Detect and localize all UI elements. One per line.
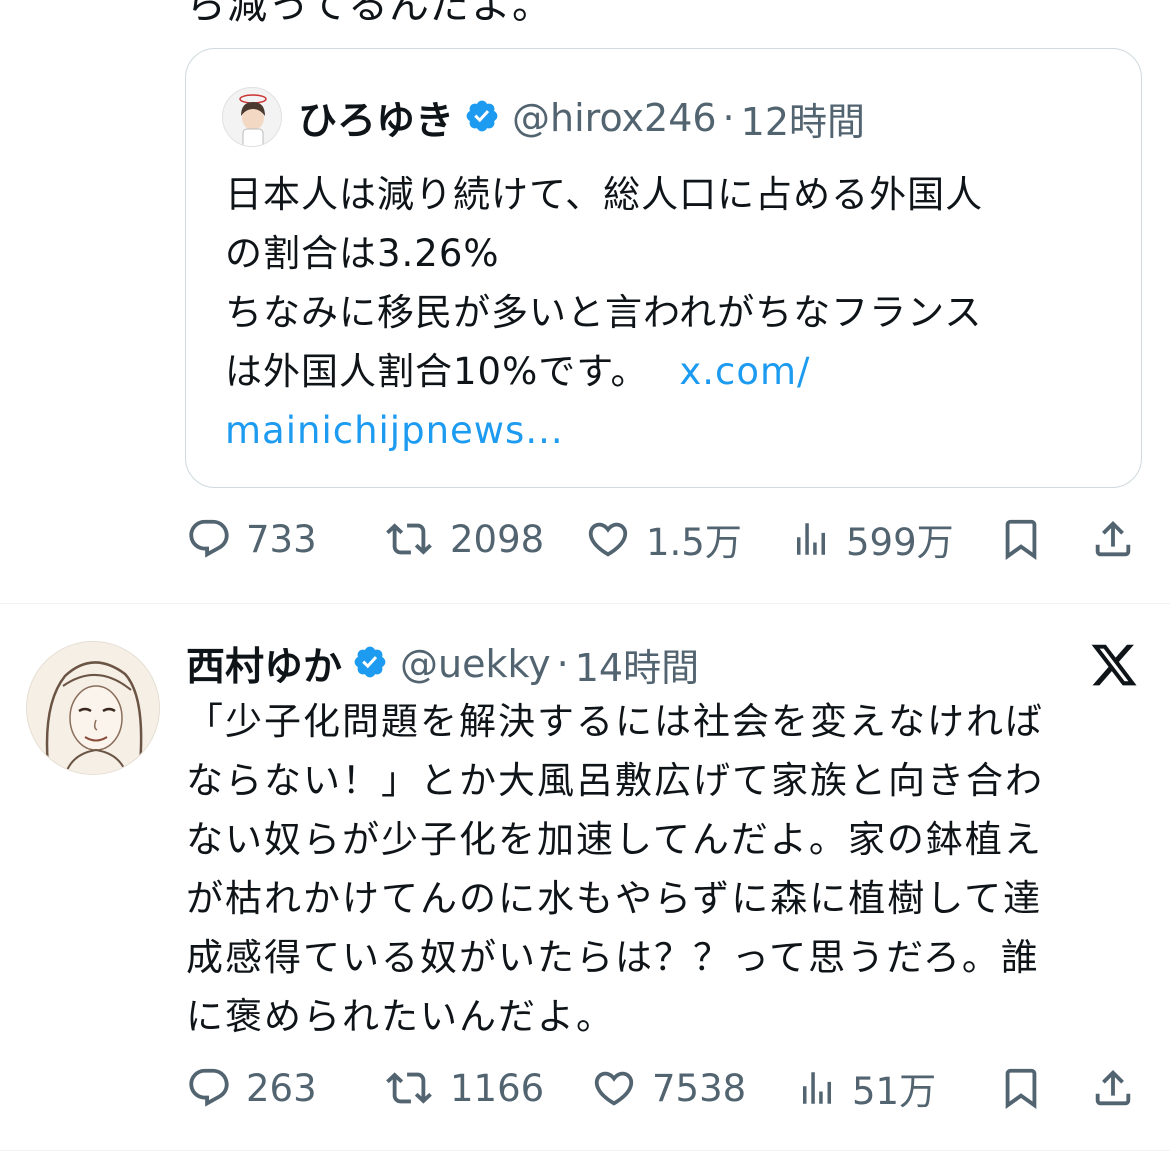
quoted-author-avatar[interactable]: [222, 87, 282, 147]
text-line: が枯れかけてんのに水もやらずに森に植樹して達: [186, 877, 1043, 920]
repost-icon: [384, 1065, 434, 1111]
text-line: ちなみに移民が多いと言われがちなフランス: [225, 291, 983, 334]
x-logo-icon[interactable]: [1088, 640, 1140, 690]
reply-button[interactable]: 263: [186, 1058, 317, 1118]
views-count: 599万: [846, 521, 954, 564]
bookmark-button[interactable]: [998, 509, 1044, 569]
text-line: ならない！」とか大風呂敷広げて家族と向き合わ: [186, 759, 1044, 802]
views-icon: [796, 1067, 838, 1109]
repost-button[interactable]: 2098: [384, 509, 544, 569]
share-button[interactable]: [1090, 1058, 1136, 1118]
previous-post-text: ら減ってるんだよ。: [186, 0, 553, 28]
verified-badge-icon: [464, 98, 500, 138]
author-handle[interactable]: @uekky: [400, 642, 551, 686]
post-time[interactable]: 14時間: [575, 637, 699, 692]
text-line: 成感得ている奴がいたらは？？って思うだろ。誰: [186, 936, 1040, 979]
text-line: に褒められたいんだよ。: [186, 995, 615, 1038]
quoted-author-name[interactable]: ひろゆき: [298, 90, 454, 146]
quoted-author-handle[interactable]: @hirox246: [512, 96, 717, 140]
heart-icon: [584, 516, 632, 562]
reply-icon: [186, 516, 232, 562]
text-segment: は外国人割合10%です。: [225, 350, 649, 393]
post-text: 「少子化問題を解決するには社会を変えなければ ならない！」とか大風呂敷広げて家族…: [186, 692, 1126, 1046]
like-count: 1.5万: [646, 521, 742, 564]
text-line: 「少子化問題を解決するには社会を変えなければ: [186, 700, 1044, 743]
author-avatar[interactable]: [26, 641, 160, 775]
heart-icon: [590, 1065, 638, 1111]
bookmark-icon: [998, 516, 1044, 562]
quoted-post-time[interactable]: 12時間: [741, 91, 865, 146]
post-divider: [0, 1150, 1170, 1151]
repost-count: 2098: [450, 517, 545, 561]
verified-badge-icon: [352, 644, 388, 684]
repost-button[interactable]: 1166: [384, 1058, 544, 1118]
views-button[interactable]: 51万: [796, 1058, 936, 1118]
share-icon: [1090, 1065, 1136, 1111]
views-icon: [790, 518, 832, 560]
post-action-bar: 263 1166 7538 51万: [186, 1058, 1146, 1118]
share-icon: [1090, 516, 1136, 562]
share-button[interactable]: [1090, 509, 1136, 569]
text-line: 日本人は減り続けて、総人口に占める外国人: [225, 173, 984, 216]
text-line: の割合は3.26%: [225, 232, 500, 275]
views-count: 51万: [852, 1070, 937, 1113]
reply-icon: [186, 1065, 232, 1111]
repost-count: 1166: [450, 1066, 545, 1110]
reply-count: 733: [246, 517, 317, 561]
post-header: 西村ゆか @uekky · 14時間: [186, 636, 699, 692]
post-divider: [0, 603, 1170, 604]
repost-icon: [384, 516, 434, 562]
header-separator: ·: [722, 96, 735, 140]
quoted-post-text: 日本人は減り続けて、総人口に占める外国人 の割合は3.26% ちなみに移民が多い…: [225, 165, 1105, 460]
like-button[interactable]: 7538: [590, 1058, 746, 1118]
post-action-bar: 733 2098 1.5万 599万: [186, 509, 1146, 569]
bookmark-button[interactable]: [998, 1058, 1044, 1118]
like-button[interactable]: 1.5万: [584, 509, 742, 569]
header-separator: ·: [556, 642, 569, 686]
post-link[interactable]: x.com/: [679, 350, 810, 393]
text-line-with-link: は外国人割合10%です。 x.com/: [225, 342, 1105, 401]
views-button[interactable]: 599万: [790, 509, 954, 569]
bookmark-icon: [998, 1065, 1044, 1111]
like-count: 7538: [652, 1066, 747, 1110]
text-line: ない奴らが少子化を加速してんだよ。家の鉢植え: [186, 818, 1043, 861]
post-link-continued[interactable]: mainichijpnews...: [225, 401, 1105, 460]
reply-button[interactable]: 733: [186, 509, 317, 569]
quoted-post-header: ひろゆき @hirox246 · 12時間: [298, 90, 865, 146]
reply-count: 263: [246, 1066, 317, 1110]
author-name[interactable]: 西村ゆか: [186, 636, 342, 692]
